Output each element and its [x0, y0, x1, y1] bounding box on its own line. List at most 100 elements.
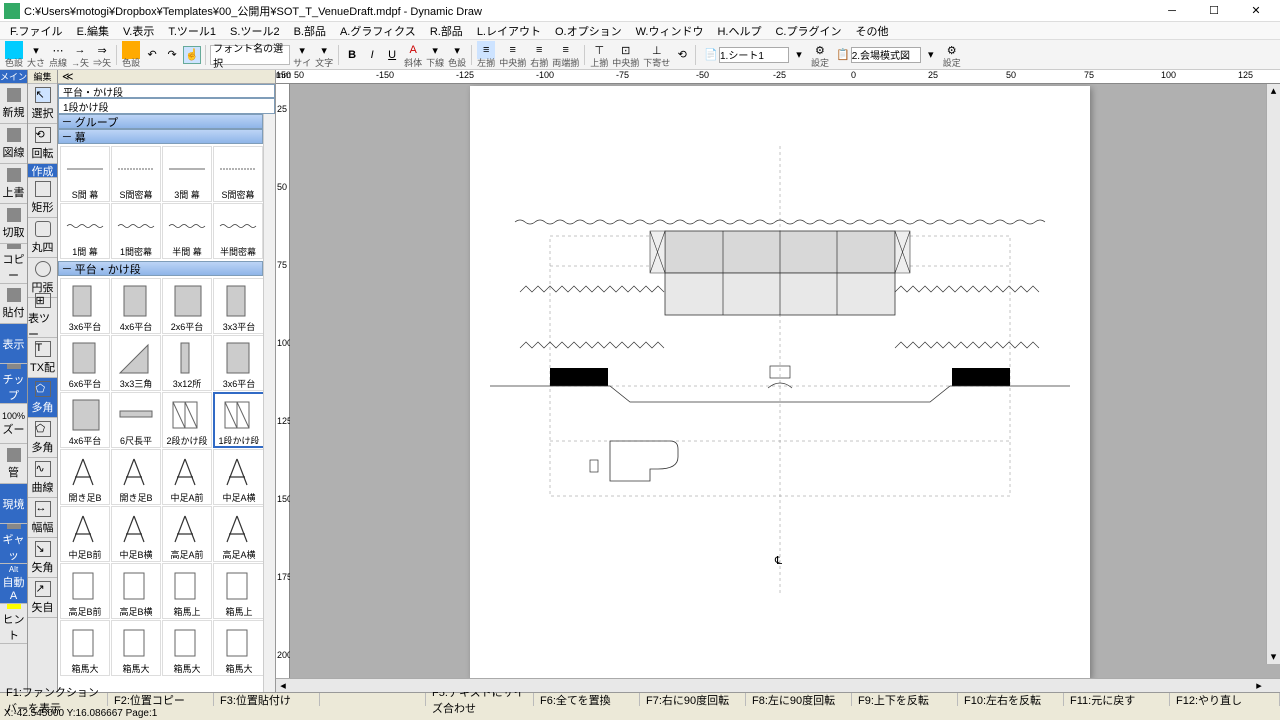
palette-item[interactable]: 半間 幕: [162, 203, 212, 259]
menu-option[interactable]: O.オプション: [549, 22, 628, 40]
tool-select[interactable]: ↖選択: [28, 84, 57, 124]
under2-button[interactable]: ▾: [426, 41, 444, 59]
align-both-button[interactable]: ≡: [557, 41, 575, 59]
menu-window[interactable]: W.ウィンドウ: [630, 22, 710, 40]
arrow1-button[interactable]: →: [71, 41, 89, 59]
align-right-button[interactable]: ≡: [530, 41, 548, 59]
palette-item[interactable]: 開き足B: [111, 449, 161, 505]
canvas-scrollbar-h[interactable]: ◂ ▸: [276, 678, 1280, 692]
menu-parts2[interactable]: R.部品: [424, 22, 469, 40]
palette-item[interactable]: 箱馬大: [213, 620, 263, 676]
palette-item[interactable]: 半間密幕: [213, 203, 263, 259]
tool-poly2[interactable]: ⬠多角: [28, 418, 57, 458]
palette-item[interactable]: S間密幕: [111, 146, 161, 202]
arrow2-button[interactable]: ⇒: [93, 41, 111, 59]
tab-main[interactable]: メイン: [0, 70, 27, 84]
palette-item[interactable]: 3x6平台: [213, 335, 263, 391]
palette-item[interactable]: 1間 幕: [60, 203, 110, 259]
tool-ellipse[interactable]: 円張: [28, 258, 57, 298]
menu-plugin[interactable]: C.プラグイン: [769, 22, 847, 40]
size-button[interactable]: ▾: [27, 41, 45, 59]
align-center-button[interactable]: ≡: [504, 41, 522, 59]
valign-mid-button[interactable]: ⊡: [617, 41, 635, 59]
dotted-button[interactable]: ⋯: [49, 41, 67, 59]
menu-file[interactable]: F.ファイル: [4, 22, 69, 40]
leftbtn-paste[interactable]: 貼付: [0, 284, 27, 324]
tool-arrow[interactable]: ↘矢角: [28, 538, 57, 578]
tool-poly[interactable]: ⬠多角: [28, 378, 57, 418]
menu-layout[interactable]: L.レイアウト: [471, 22, 547, 40]
tab-edit[interactable]: 編集: [28, 70, 57, 84]
layer-set-button[interactable]: ⚙: [943, 41, 961, 59]
palette-item[interactable]: 1間密幕: [111, 203, 161, 259]
palette-item[interactable]: 高足A前: [162, 506, 212, 562]
menu-tool1[interactable]: T.ツール1: [162, 22, 222, 40]
bold-button[interactable]: B: [343, 46, 361, 64]
tool-arrow2[interactable]: ↗矢自: [28, 578, 57, 618]
palette-item[interactable]: 箱馬大: [162, 620, 212, 676]
leftbtn-save[interactable]: 上書: [0, 164, 27, 204]
menu-help[interactable]: H.ヘルプ: [711, 22, 767, 40]
leftbtn-auto[interactable]: Alt自動A: [0, 564, 27, 604]
pointer-button[interactable]: ☝: [183, 46, 201, 64]
leftbtn-new[interactable]: 新規: [0, 84, 27, 124]
palette-cat-maku[interactable]: ─幕: [58, 129, 263, 144]
leftbtn-pipe[interactable]: 管: [0, 444, 27, 484]
palette-item[interactable]: 箱馬上: [213, 563, 263, 619]
leftbtn-copy[interactable]: コピー: [0, 244, 27, 284]
italic-button[interactable]: I: [363, 46, 381, 64]
color-button[interactable]: [5, 41, 23, 59]
tool-text[interactable]: TTX配: [28, 338, 57, 378]
palette-item[interactable]: 2段かけ段: [162, 392, 212, 448]
textcolor-button[interactable]: ▾: [448, 41, 466, 59]
palette-item[interactable]: 高足B横: [111, 563, 161, 619]
tool-create[interactable]: 作成: [28, 164, 57, 178]
underline-button[interactable]: U: [383, 46, 401, 64]
palette-item[interactable]: 1段かけ段: [213, 392, 263, 448]
leftbtn-tip[interactable]: チップ: [0, 364, 27, 404]
tool-width[interactable]: ↔幅幅: [28, 498, 57, 538]
palette-item[interactable]: 開き足B: [60, 449, 110, 505]
tool-rotate[interactable]: ⟲回転: [28, 124, 57, 164]
palette-item[interactable]: 高足B前: [60, 563, 110, 619]
slant-button[interactable]: A: [404, 41, 422, 59]
palette-item[interactable]: 箱馬大: [111, 620, 161, 676]
palette-item[interactable]: 4x6平台: [111, 278, 161, 334]
palette-item[interactable]: 中足A横: [213, 449, 263, 505]
palette-cat-group[interactable]: ─グループ: [58, 114, 263, 129]
redo-button[interactable]: ↷: [163, 46, 181, 64]
palette-item[interactable]: S間 幕: [60, 146, 110, 202]
leftbtn-line[interactable]: 図線: [0, 124, 27, 164]
sheet-dropdown[interactable]: [719, 47, 789, 63]
layer-down-icon[interactable]: ▾: [922, 46, 940, 64]
palette-scrollbar[interactable]: [263, 114, 275, 692]
tool-table[interactable]: ⊞表ツー: [28, 298, 57, 338]
palette-item[interactable]: 6尺長平: [111, 392, 161, 448]
sheet-down-icon[interactable]: ▾: [790, 46, 808, 64]
valign-bottom-button[interactable]: ⊥: [648, 41, 666, 59]
undo-button[interactable]: ↶: [143, 46, 161, 64]
palette-item[interactable]: 中足B横: [111, 506, 161, 562]
menu-tool2[interactable]: S.ツール2: [224, 22, 286, 40]
palette-item[interactable]: 3x6平台: [60, 278, 110, 334]
rotate-button[interactable]: ⟲: [673, 46, 691, 64]
palette-search[interactable]: 1段かけ段: [58, 98, 275, 114]
layer-dropdown[interactable]: [851, 47, 921, 63]
drawing-canvas[interactable]: ℄ ▴ ▾: [290, 84, 1280, 678]
leftbtn-view[interactable]: 表示: [0, 324, 27, 364]
font-dropdown[interactable]: フォント名の選択: [210, 45, 290, 65]
palette-item[interactable]: 中足A前: [162, 449, 212, 505]
leftbtn-cut[interactable]: 切取: [0, 204, 27, 244]
palette-item[interactable]: 6x6平台: [60, 335, 110, 391]
palette-item[interactable]: S間密幕: [213, 146, 263, 202]
menu-view[interactable]: V.表示: [117, 22, 160, 40]
close-button[interactable]: ✕: [1236, 1, 1276, 21]
palette-item[interactable]: 箱馬大: [60, 620, 110, 676]
fill-button[interactable]: [122, 41, 140, 59]
palette-item[interactable]: 2x6平台: [162, 278, 212, 334]
valign-top-button[interactable]: ⊤: [590, 41, 608, 59]
menu-graphics[interactable]: A.グラフィクス: [334, 22, 422, 40]
tool-curve[interactable]: ∿曲線: [28, 458, 57, 498]
menu-other[interactable]: その他: [849, 22, 894, 40]
tool-roundrect[interactable]: 丸四: [28, 218, 57, 258]
